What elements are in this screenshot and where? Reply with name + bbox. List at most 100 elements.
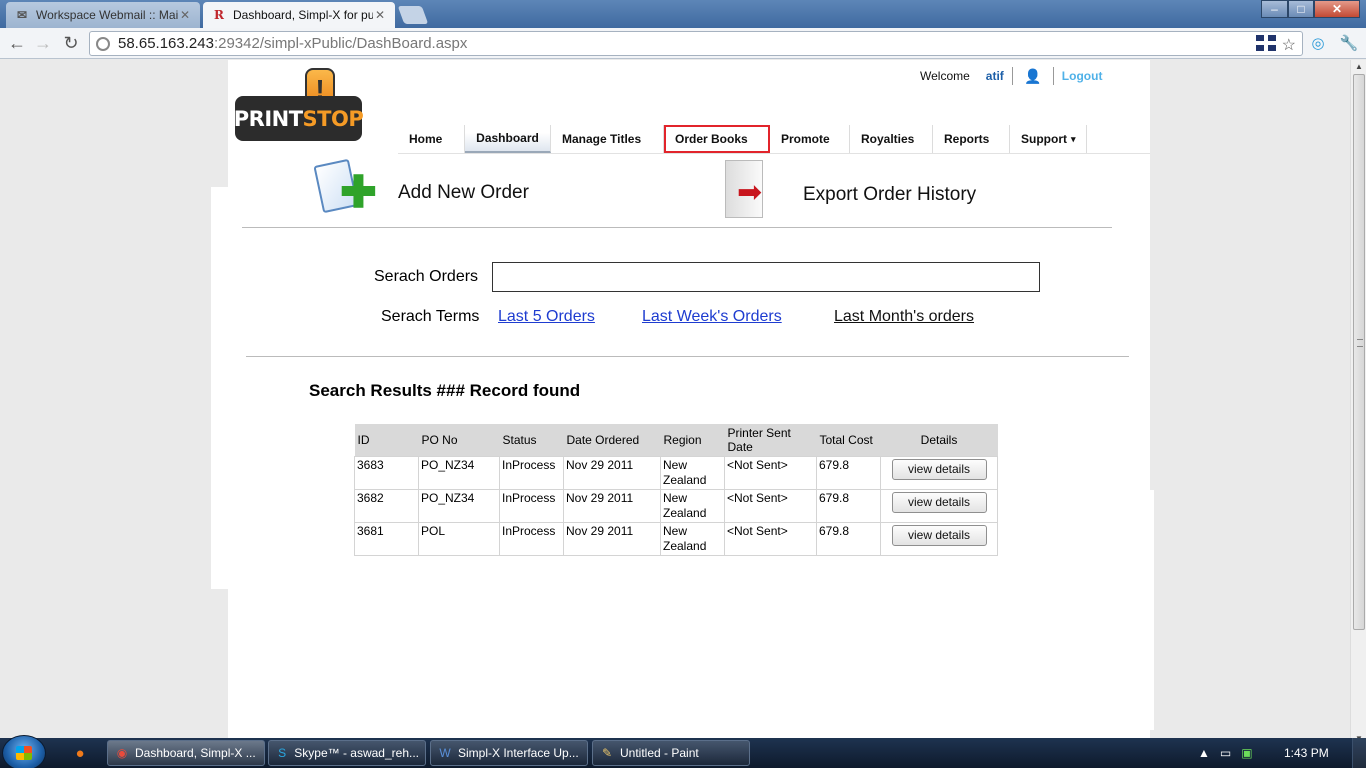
- taskbar-button-chrome[interactable]: ◉ Dashboard, Simpl-X ...: [107, 740, 265, 766]
- vertical-scrollbar[interactable]: ▲ ▼: [1350, 60, 1366, 746]
- user-profile-icon[interactable]: 👤: [1021, 67, 1045, 85]
- skype-extension-icon[interactable]: ◎: [1307, 32, 1329, 54]
- close-tab-icon[interactable]: ✕: [373, 8, 387, 22]
- username-link[interactable]: atif: [986, 69, 1004, 83]
- skype-icon: S: [278, 746, 287, 760]
- show-hidden-icons-arrow-icon[interactable]: ▲: [1198, 746, 1210, 760]
- cell-po: PO_NZ34: [418, 455, 500, 490]
- divider: [242, 227, 1112, 228]
- nav-label: Home: [409, 132, 443, 146]
- network-icon[interactable]: ▭: [1220, 746, 1231, 760]
- minimize-button[interactable]: –: [1261, 0, 1288, 18]
- url-host: 58.65.163.243: [118, 35, 214, 52]
- taskbar-button-paint[interactable]: ✎ Untitled - Paint: [592, 740, 750, 766]
- add-new-order-link[interactable]: Add New Order: [398, 182, 529, 204]
- scroll-thumb[interactable]: [1353, 74, 1365, 630]
- last-month-orders-link[interactable]: Last Month's orders: [834, 308, 974, 326]
- divider: [246, 356, 1129, 357]
- view-details-button[interactable]: view details: [891, 524, 987, 546]
- cell-details: view details: [880, 488, 998, 523]
- taskbar-label: Simpl-X Interface Up...: [458, 746, 579, 760]
- cell-id: 3683: [354, 455, 419, 490]
- view-details-button[interactable]: view details: [891, 491, 987, 513]
- taskbar-label: Skype™ - aswad_reh...: [294, 746, 419, 760]
- tab-title: Workspace Webmail :: Mail: [36, 8, 178, 22]
- nav-order-books[interactable]: Order Books: [664, 125, 770, 153]
- nav-dashboard[interactable]: Dashboard: [465, 125, 551, 153]
- nav-label: Support: [1021, 132, 1067, 146]
- nav-support[interactable]: Support ▾: [1010, 125, 1087, 153]
- cell-cost: 679.8: [816, 488, 881, 523]
- logout-link[interactable]: Logout: [1062, 69, 1103, 83]
- reload-icon[interactable]: ↻: [60, 32, 82, 54]
- show-desktop-button[interactable]: [1352, 738, 1366, 768]
- table-header-row: ID PO No Status Date Ordered Region Prin…: [354, 424, 998, 456]
- logo-wordmark: PRINT STOP: [233, 96, 364, 141]
- nav-royalties[interactable]: Royalties: [850, 125, 933, 153]
- green-plus-icon: ✚: [340, 168, 377, 217]
- paint-icon: ✎: [601, 746, 613, 760]
- column-header: Date Ordered: [563, 424, 661, 456]
- uk-flag-icon[interactable]: [1255, 35, 1276, 51]
- last-week-orders-link[interactable]: Last Week's Orders: [642, 308, 782, 326]
- printstop-logo[interactable]: ! PRINT STOP: [233, 68, 364, 141]
- nav-manage-titles[interactable]: Manage Titles: [551, 125, 664, 153]
- search-orders-input[interactable]: [492, 262, 1040, 292]
- main-nav: Home Dashboard Manage Titles Order Books…: [398, 125, 1087, 153]
- column-header: Status: [499, 424, 564, 456]
- maximize-button[interactable]: □: [1288, 0, 1314, 18]
- cell-region: New Zealand: [660, 455, 725, 490]
- nav-reports[interactable]: Reports: [933, 125, 1010, 153]
- last-5-orders-link[interactable]: Last 5 Orders: [498, 308, 595, 326]
- column-header: ID: [354, 424, 419, 456]
- forward-arrow-icon[interactable]: →: [32, 32, 54, 54]
- nav-promote[interactable]: Promote: [770, 125, 850, 153]
- export-icon[interactable]: ➡: [725, 160, 775, 220]
- cell-region: New Zealand: [660, 521, 725, 556]
- cell-po: PO_NZ34: [418, 488, 500, 523]
- chrome-icon: ◉: [116, 746, 128, 760]
- nav-label: Manage Titles: [562, 132, 642, 146]
- close-window-button[interactable]: ✕: [1314, 0, 1360, 18]
- taskbar-button-word[interactable]: W Simpl-X Interface Up...: [430, 740, 588, 766]
- taskbar-clock[interactable]: 1:43 PM: [1284, 746, 1329, 760]
- nav-home[interactable]: Home: [398, 125, 465, 153]
- star-icon[interactable]: ☆: [1282, 35, 1296, 55]
- cell-region: New Zealand: [660, 488, 725, 523]
- firefox-icon[interactable]: ●: [69, 742, 91, 764]
- page-viewport: ! PRINT STOP Welcome atif 👤 Logout Home D…: [0, 60, 1350, 746]
- grip-icon: [1357, 339, 1363, 347]
- scroll-up-arrow-icon[interactable]: ▲: [1353, 61, 1365, 73]
- word-icon: W: [439, 746, 451, 760]
- view-details-button[interactable]: view details: [891, 458, 987, 480]
- nav-label: Royalties: [861, 132, 915, 146]
- table-row: 3681 POL InProcess Nov 29 2011 New Zeala…: [354, 521, 998, 556]
- tab-dashboard[interactable]: R Dashboard, Simpl-X for pub ✕: [203, 2, 395, 28]
- browser-titlebar: ✉ Workspace Webmail :: Mail ✕ R Dashboar…: [0, 0, 1366, 28]
- divider: [1011, 67, 1013, 85]
- cell-id: 3681: [354, 521, 419, 556]
- tab-webmail[interactable]: ✉ Workspace Webmail :: Mail ✕: [6, 2, 200, 28]
- column-header: Total Cost: [816, 424, 881, 456]
- battery-icon[interactable]: ▣: [1241, 746, 1252, 760]
- start-button[interactable]: [2, 735, 46, 768]
- logo-word-print: PRINT: [233, 106, 303, 131]
- column-header: Printer Sent Date: [724, 424, 817, 456]
- address-bar[interactable]: 58.65.163.243:29342/simpl-xPublic/DashBo…: [89, 31, 1303, 56]
- cell-cost: 679.8: [816, 521, 881, 556]
- user-bar: Welcome atif 👤 Logout: [920, 67, 1102, 85]
- export-order-history-link[interactable]: Export Order History: [803, 184, 976, 206]
- back-arrow-icon[interactable]: ←: [6, 32, 28, 54]
- close-tab-icon[interactable]: ✕: [178, 8, 192, 22]
- add-order-icon[interactable]: ✚: [313, 158, 377, 218]
- new-tab-button[interactable]: [397, 6, 429, 24]
- nav-label: Reports: [944, 132, 990, 146]
- logo-word-stop: STOP: [302, 106, 364, 131]
- cell-date: Nov 29 2011: [563, 455, 661, 490]
- cell-po: POL: [418, 521, 500, 556]
- cell-status: InProcess: [499, 521, 564, 556]
- taskbar-button-skype[interactable]: S Skype™ - aswad_reh...: [268, 740, 426, 766]
- cell-printer-date: <Not Sent>: [724, 455, 817, 490]
- cell-printer-date: <Not Sent>: [724, 488, 817, 523]
- wrench-icon[interactable]: 🔧: [1338, 32, 1360, 54]
